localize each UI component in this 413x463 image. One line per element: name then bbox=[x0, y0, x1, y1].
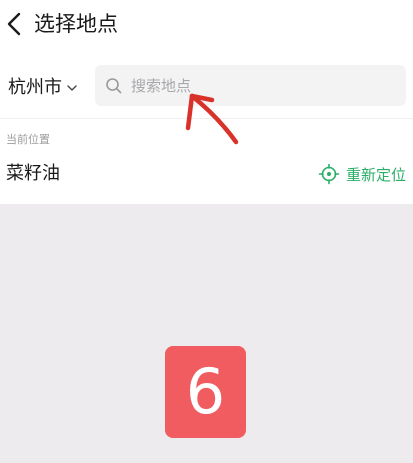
step-number-badge: 6 bbox=[165, 346, 246, 438]
relocate-button[interactable]: 重新定位 bbox=[318, 161, 406, 187]
city-selector[interactable]: 杭州市 bbox=[8, 74, 78, 102]
step-number: 6 bbox=[185, 355, 226, 428]
current-location-name[interactable]: 菜籽油 bbox=[6, 160, 60, 188]
back-button[interactable] bbox=[2, 8, 30, 40]
search-input[interactable] bbox=[129, 75, 383, 96]
relocate-label: 重新定位 bbox=[345, 165, 406, 184]
location-panel: 选择地点 杭州市 当前位置 菜籽油 bbox=[0, 0, 413, 204]
crosshair-icon bbox=[318, 163, 340, 185]
chevron-down-icon bbox=[66, 82, 78, 94]
page-title: 选择地点 bbox=[34, 12, 118, 36]
chevron-left-icon bbox=[2, 8, 30, 40]
divider bbox=[0, 118, 413, 119]
city-label: 杭州市 bbox=[8, 77, 62, 98]
search-box[interactable] bbox=[95, 65, 406, 106]
header: 选择地点 bbox=[0, 0, 413, 52]
search-icon bbox=[105, 77, 123, 95]
current-location-label: 当前位置 bbox=[6, 133, 50, 146]
